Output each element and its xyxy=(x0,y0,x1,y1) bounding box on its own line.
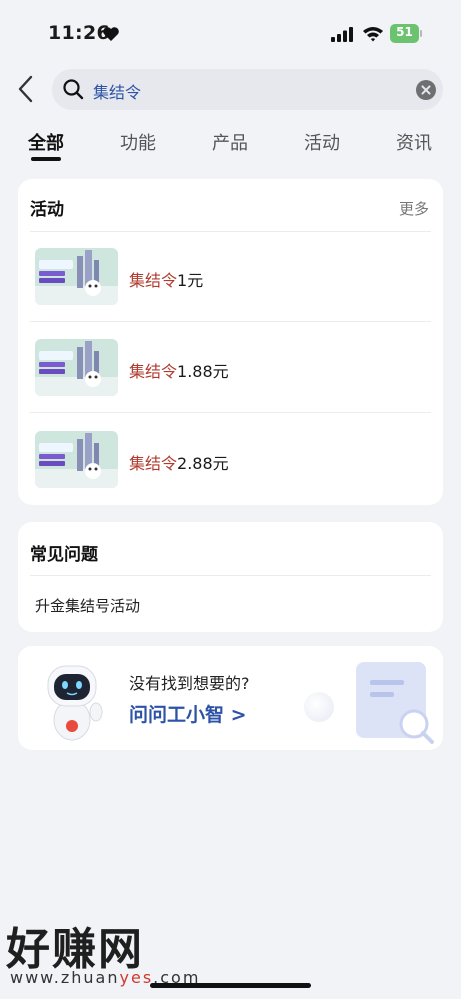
tab-all[interactable]: 全部 xyxy=(28,129,64,155)
status-time: 11:26 xyxy=(48,22,110,44)
tab-products[interactable]: 产品 xyxy=(212,129,248,155)
activity-title: 集结令1元 xyxy=(129,271,204,290)
activity-item[interactable]: 集结令2.88元 xyxy=(18,413,443,503)
faq-title: 常见问题 xyxy=(30,545,98,565)
tab-news[interactable]: 资讯 xyxy=(396,129,432,155)
activity-thumbnail xyxy=(35,431,118,488)
tab-indicator xyxy=(31,157,61,161)
activity-title: 集结令2.88元 xyxy=(129,454,229,473)
document-search-icon xyxy=(356,662,434,744)
home-indicator[interactable] xyxy=(150,983,311,988)
activities-title: 活动 xyxy=(30,200,64,220)
battery-icon: 51 xyxy=(390,24,422,43)
robot-mascot-icon xyxy=(47,665,103,741)
signal-icon xyxy=(331,27,353,42)
more-link[interactable]: 更多 xyxy=(399,198,429,219)
wifi-icon xyxy=(363,27,383,42)
activity-title: 集结令1.88元 xyxy=(129,362,229,381)
activity-thumbnail xyxy=(35,339,118,396)
activities-card: 活动 更多 集结令1元 集结令1.88元 集结令2.88元 xyxy=(18,179,443,505)
ask-assistant-link[interactable]: 问问工小智 > xyxy=(129,700,247,727)
tab-activities[interactable]: 活动 xyxy=(304,129,340,155)
screen: 11:26 51 集结令 全部 功能 产品 活动 资讯 活动 更多 集结令1元 … xyxy=(0,0,461,999)
faq-item[interactable]: 升金集结号活动 xyxy=(35,595,140,616)
faq-card: 常见问题 升金集结号活动 xyxy=(18,522,443,632)
assistant-card[interactable]: 没有找到想要的? 问问工小智 > xyxy=(18,646,443,750)
battery-percent: 51 xyxy=(396,25,413,39)
clear-icon[interactable] xyxy=(416,80,436,100)
heart-icon xyxy=(103,27,119,41)
decorative-bubble xyxy=(304,692,334,722)
tab-functions[interactable]: 功能 xyxy=(120,129,156,155)
search-icon xyxy=(63,79,84,100)
divider xyxy=(30,575,431,576)
activity-item[interactable]: 集结令1.88元 xyxy=(18,322,443,412)
status-bar: 11:26 51 xyxy=(0,0,461,62)
activity-item[interactable]: 集结令1元 xyxy=(18,232,443,322)
search-query[interactable]: 集结令 xyxy=(93,79,141,103)
activity-thumbnail xyxy=(35,248,118,305)
assistant-question: 没有找到想要的? xyxy=(129,674,250,693)
search-input[interactable]: 集结令 xyxy=(52,69,443,110)
back-chevron-icon[interactable] xyxy=(14,74,38,104)
